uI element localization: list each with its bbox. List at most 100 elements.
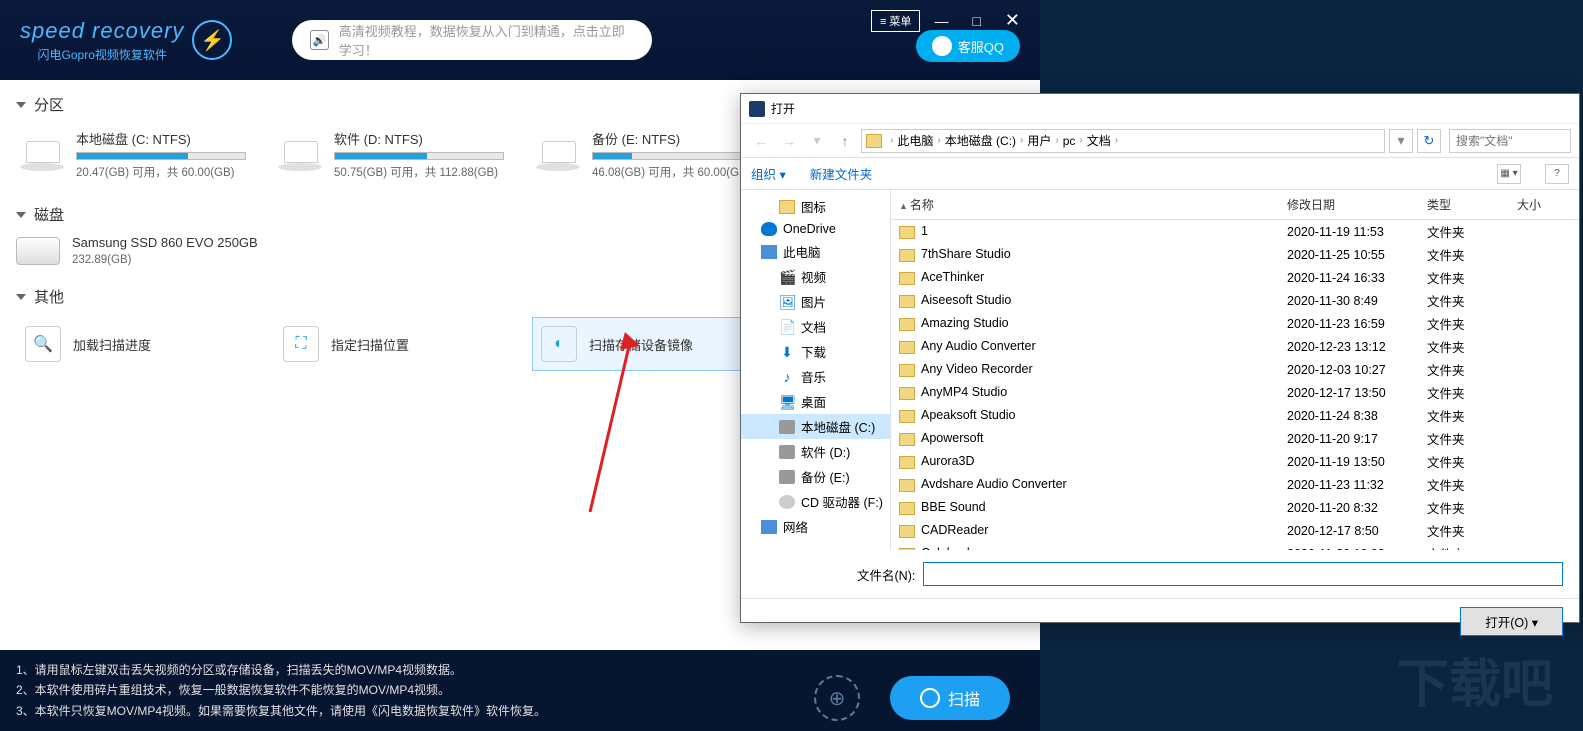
drive-name: 软件 (D: NTFS) xyxy=(334,129,520,148)
file-row[interactable]: CADReader 2020-12-17 8:50 文件夹 xyxy=(891,519,1579,542)
folder-icon xyxy=(899,548,915,550)
breadcrumb-dropdown[interactable]: ▾ xyxy=(1389,129,1413,153)
drive-icon xyxy=(536,139,580,171)
column-name[interactable]: ▲名称 xyxy=(891,196,1279,213)
column-type[interactable]: 类型 xyxy=(1419,196,1509,213)
tree-item[interactable]: OneDrive xyxy=(741,219,890,239)
drive-name: 本地磁盘 (C: NTFS) xyxy=(76,129,262,148)
target-button[interactable]: ⊕ xyxy=(814,675,860,721)
folder-icon xyxy=(899,456,915,469)
nav-recent-button[interactable]: ▾ xyxy=(805,129,829,153)
tree-item[interactable]: 备份 (E:) xyxy=(741,464,890,489)
drive-icon xyxy=(20,139,64,171)
breadcrumb[interactable]: ›此电脑›本地磁盘 (C:)›用户›pc›文档› xyxy=(861,129,1385,153)
pc-icon xyxy=(761,245,777,259)
collapse-icon xyxy=(16,294,26,300)
nav-back-button[interactable]: ← xyxy=(749,129,773,153)
file-row[interactable]: Any Audio Converter 2020-12-23 13:12 文件夹 xyxy=(891,335,1579,358)
help-button[interactable]: ? xyxy=(1545,164,1569,184)
action-label: 扫描存储设备镜像 xyxy=(589,335,693,354)
file-row[interactable]: BBE Sound 2020-11-20 8:32 文件夹 xyxy=(891,496,1579,519)
open-button[interactable]: 打开(O) ▾ xyxy=(1460,607,1563,636)
media-icon: 🖼 xyxy=(779,295,795,309)
file-row[interactable]: AnyMP4 Studio 2020-12-17 13:50 文件夹 xyxy=(891,381,1579,404)
logo: speed recovery 闪电Gopro视频恢复软件 xyxy=(20,18,184,63)
action-icon: ◐ xyxy=(541,326,577,362)
file-row[interactable]: Amazing Studio 2020-11-23 16:59 文件夹 xyxy=(891,312,1579,335)
footer-actions: ⊕ 扫描 xyxy=(814,675,1010,721)
tree-item[interactable]: 🎬视频 xyxy=(741,264,890,289)
new-folder-button[interactable]: 新建文件夹 xyxy=(810,164,873,183)
tree-item[interactable]: ⬇下载 xyxy=(741,339,890,364)
tree-item[interactable]: 图标 xyxy=(741,194,890,219)
maximize-button[interactable]: □ xyxy=(962,9,990,33)
nav-forward-button[interactable]: → xyxy=(777,129,801,153)
tree-item[interactable]: 网络 xyxy=(741,514,890,539)
breadcrumb-item[interactable]: 此电脑 xyxy=(897,132,933,149)
cd-icon xyxy=(779,495,795,509)
file-row[interactable]: Apowersoft 2020-11-20 9:17 文件夹 xyxy=(891,427,1579,450)
file-row[interactable]: Apeaksoft Studio 2020-11-24 8:38 文件夹 xyxy=(891,404,1579,427)
view-options-button[interactable]: ▦ ▾ xyxy=(1497,164,1521,184)
speaker-icon: 🔊 xyxy=(310,30,328,50)
breadcrumb-item[interactable]: 文档 xyxy=(1087,132,1111,149)
breadcrumb-item[interactable]: 本地磁盘 (C:) xyxy=(945,132,1016,149)
tree-item[interactable]: 此电脑 xyxy=(741,239,890,264)
file-row[interactable]: Calabash 2020-11-30 10:08 文件夹 xyxy=(891,542,1579,550)
tree-item[interactable]: 软件 (D:) xyxy=(741,439,890,464)
file-row[interactable]: Any Video Recorder 2020-12-03 10:27 文件夹 xyxy=(891,358,1579,381)
column-date[interactable]: 修改日期 xyxy=(1279,196,1419,213)
tutorial-banner[interactable]: 🔊 高清视频教程，数据恢复从入门到精通，点击立即学习！ xyxy=(292,20,652,60)
cloud-icon xyxy=(761,222,777,236)
dialog-app-icon xyxy=(749,101,765,117)
tree-item[interactable]: ♪音乐 xyxy=(741,364,890,389)
file-row[interactable]: 7thShare Studio 2020-11-25 10:55 文件夹 xyxy=(891,243,1579,266)
other-action-card[interactable]: 🔍 加载扫描进度 xyxy=(16,317,266,371)
drive-icon xyxy=(779,470,795,484)
tree-item[interactable]: 🖼图片 xyxy=(741,289,890,314)
dialog-filename-row: 文件名(N): xyxy=(741,550,1579,598)
file-row[interactable]: AceThinker 2020-11-24 16:33 文件夹 xyxy=(891,266,1579,289)
dialog-body: 图标OneDrive此电脑🎬视频🖼图片📄文档⬇下载♪音乐🖥桌面本地磁盘 (C:)… xyxy=(741,190,1579,550)
partition-card[interactable]: 软件 (D: NTFS) 50.75(GB) 可用，共 112.88(GB) xyxy=(274,125,524,184)
refresh-button[interactable]: ↻ xyxy=(1417,129,1441,153)
action-icon: ⛶ xyxy=(283,326,319,362)
media-icon: ⬇ xyxy=(779,345,795,359)
app-header: speed recovery 闪电Gopro视频恢复软件 ⚡ 🔊 高清视频教程，… xyxy=(0,0,1040,80)
column-size[interactable]: 大小 xyxy=(1509,196,1579,213)
tree-item[interactable]: 📄文档 xyxy=(741,314,890,339)
file-row[interactable]: 1 2020-11-19 11:53 文件夹 xyxy=(891,220,1579,243)
folder-icon xyxy=(899,272,915,285)
usage-bar xyxy=(334,152,504,160)
partition-card[interactable]: 本地磁盘 (C: NTFS) 20.47(GB) 可用，共 60.00(GB) xyxy=(16,125,266,184)
breadcrumb-item[interactable]: pc xyxy=(1063,134,1076,148)
tree-item[interactable]: 🖥桌面 xyxy=(741,389,890,414)
media-icon: 🎬 xyxy=(779,270,795,284)
file-open-dialog: 打开 ← → ▾ ↑ ›此电脑›本地磁盘 (C:)›用户›pc›文档› ▾ ↻ … xyxy=(740,93,1580,623)
folder-icon xyxy=(899,479,915,492)
breadcrumb-item[interactable]: 用户 xyxy=(1027,132,1051,149)
customer-service-button[interactable]: 客服QQ xyxy=(916,30,1020,62)
action-label: 加载扫描进度 xyxy=(73,335,151,354)
nav-up-button[interactable]: ↑ xyxy=(833,129,857,153)
tree-item[interactable]: 本地磁盘 (C:) xyxy=(741,414,890,439)
menu-button[interactable]: ≡ 菜单 xyxy=(871,10,920,32)
disk-size: 232.89(GB) xyxy=(72,254,258,266)
minimize-button[interactable]: ― xyxy=(924,9,958,33)
scan-button[interactable]: 扫描 xyxy=(890,676,1010,720)
drive-icon xyxy=(278,139,322,171)
file-row[interactable]: Avdshare Audio Converter 2020-11-23 11:3… xyxy=(891,473,1579,496)
tree-item[interactable]: CD 驱动器 (F:) xyxy=(741,489,890,514)
app-footer: 1、请用鼠标左键双击丢失视频的分区或存储设备，扫描丢失的MOV/MP4视频数据。… xyxy=(0,650,1040,731)
filename-input[interactable] xyxy=(923,562,1563,586)
organize-button[interactable]: 组织 ▾ xyxy=(751,164,786,183)
other-action-card[interactable]: ⛶ 指定扫描位置 xyxy=(274,317,524,371)
file-list: 1 2020-11-19 11:53 文件夹 7thShare Studio 2… xyxy=(891,220,1579,550)
usage-text: 50.75(GB) 可用，共 112.88(GB) xyxy=(334,164,520,180)
file-row[interactable]: Aiseesoft Studio 2020-11-30 8:49 文件夹 xyxy=(891,289,1579,312)
disk-icon xyxy=(16,237,60,265)
dialog-toolbar: 组织 ▾ 新建文件夹 ▦ ▾ ? xyxy=(741,158,1579,190)
search-input[interactable] xyxy=(1449,129,1571,153)
file-row[interactable]: Aurora3D 2020-11-19 13:50 文件夹 xyxy=(891,450,1579,473)
disk-name: Samsung SSD 860 EVO 250GB xyxy=(72,235,258,250)
